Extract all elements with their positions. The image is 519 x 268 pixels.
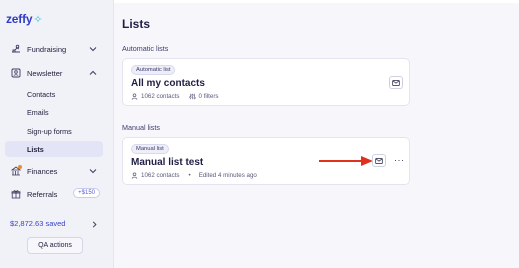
chevron-down-icon[interactable] — [88, 44, 98, 54]
sidebar-item-label: Finances — [27, 166, 58, 176]
contacts-count: 1062 contacts — [131, 172, 180, 179]
red-arrow-annotation — [319, 156, 373, 166]
send-email-button[interactable] — [389, 76, 403, 89]
list-type-pill: Manual list — [131, 144, 169, 154]
sidebar-item-newsletter[interactable]: Newsletter — [6, 64, 106, 82]
person-icon — [131, 93, 138, 100]
filters-count: 0 filters — [188, 93, 219, 100]
sidebar-item-label: Referrals — [27, 189, 58, 199]
newsletter-icon — [10, 68, 21, 79]
logo-text: zeffy — [6, 12, 33, 26]
sidebar-item-label: Newsletter — [27, 68, 63, 78]
logo-mark-icon: ✧ — [33, 14, 43, 26]
mail-icon — [375, 157, 383, 164]
sidebar-subitem-label: Emails — [27, 107, 49, 117]
filter-icon — [188, 93, 196, 100]
qa-actions-button[interactable]: QA actions — [27, 237, 83, 254]
mail-icon — [392, 79, 400, 86]
sidebar-item-label: Fundraising — [27, 44, 67, 54]
manual-list-card[interactable]: Manual list Manual list test 1062 contac… — [122, 137, 410, 185]
gift-icon — [10, 189, 21, 200]
chevron-down-icon[interactable] — [88, 166, 98, 176]
chevron-right-icon[interactable] — [90, 220, 99, 229]
list-meta: 1062 contacts 0 filters — [131, 93, 227, 100]
contacts-count-text: 1062 contacts — [141, 172, 180, 179]
automatic-list-card[interactable]: Automatic list All my contacts 1062 cont… — [122, 58, 410, 106]
list-title: All my contacts — [131, 78, 205, 89]
sidebar-subitem-lists[interactable]: Lists — [5, 141, 103, 157]
separator-dot: • — [188, 172, 191, 179]
referral-bonus-badge: +$150 — [73, 188, 100, 198]
sidebar-item-fundraising[interactable]: Fundraising — [6, 40, 106, 58]
notification-dot — [18, 164, 22, 169]
zeffy-logo[interactable]: zeffy✧ — [6, 12, 43, 26]
list-type-pill: Automatic list — [131, 65, 176, 75]
saved-amount[interactable]: $2,872.63 saved — [10, 219, 65, 228]
sidebar-item-finances[interactable]: Finances — [6, 162, 106, 180]
sidebar-item-referrals[interactable]: Referrals +$150 — [6, 185, 106, 203]
main-content: Lists Automatic lists Automatic list All… — [114, 0, 519, 268]
send-email-button[interactable] — [372, 154, 386, 167]
sidebar-subitem-emails[interactable]: Emails — [22, 104, 104, 120]
person-icon — [131, 172, 138, 179]
list-meta: 1062 contacts • Edited 4 minutes ago — [131, 172, 257, 179]
sidebar-subitem-contacts[interactable]: Contacts — [22, 86, 104, 102]
contacts-count: 1062 contacts — [131, 93, 180, 100]
edited-time: Edited 4 minutes ago — [198, 172, 257, 179]
sidebar-subitem-label: Contacts — [27, 89, 56, 99]
automatic-lists-heading: Automatic lists — [122, 44, 169, 53]
chevron-up-icon[interactable] — [88, 68, 98, 78]
fundraising-icon — [10, 44, 21, 55]
list-title: Manual list test — [131, 157, 204, 168]
more-options-icon[interactable]: ··· — [394, 155, 405, 165]
contacts-count-text: 1062 contacts — [141, 93, 180, 100]
finances-icon — [10, 164, 22, 177]
sidebar-subitem-label: Lists — [27, 144, 44, 154]
sidebar-subitem-label: Sign-up forms — [27, 126, 72, 136]
filters-count-text: 0 filters — [198, 93, 219, 100]
sidebar-subitem-signup-forms[interactable]: Sign-up forms — [22, 123, 104, 139]
manual-lists-heading: Manual lists — [122, 123, 160, 132]
sidebar: zeffy✧ Fundraising Newsletter Contacts E… — [0, 0, 114, 268]
page-title: Lists — [122, 17, 151, 31]
